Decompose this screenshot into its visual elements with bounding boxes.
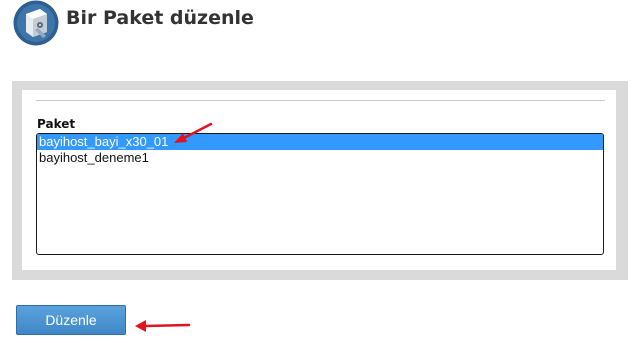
- package-listbox[interactable]: bayihost_bayi_x30_01 bayihost_deneme1: [36, 133, 604, 255]
- edit-button[interactable]: Düzenle: [16, 305, 126, 335]
- page: Bir Paket düzenle Paket bayihost_bayi_x3…: [0, 0, 639, 343]
- annotation-arrow-icon: [174, 122, 213, 143]
- annotation-arrow-icon: [135, 320, 191, 332]
- divider: [36, 100, 605, 101]
- list-option[interactable]: bayihost_deneme1: [37, 150, 603, 166]
- package-label: Paket: [37, 117, 76, 131]
- page-title: Bir Paket düzenle: [66, 7, 254, 29]
- form-panel-body: Paket bayihost_bayi_x30_01 bayihost_dene…: [22, 90, 616, 270]
- form-panel: Paket bayihost_bayi_x30_01 bayihost_dene…: [12, 81, 628, 280]
- settings-box-icon: [13, 0, 59, 46]
- list-option-selected[interactable]: bayihost_bayi_x30_01: [37, 134, 603, 150]
